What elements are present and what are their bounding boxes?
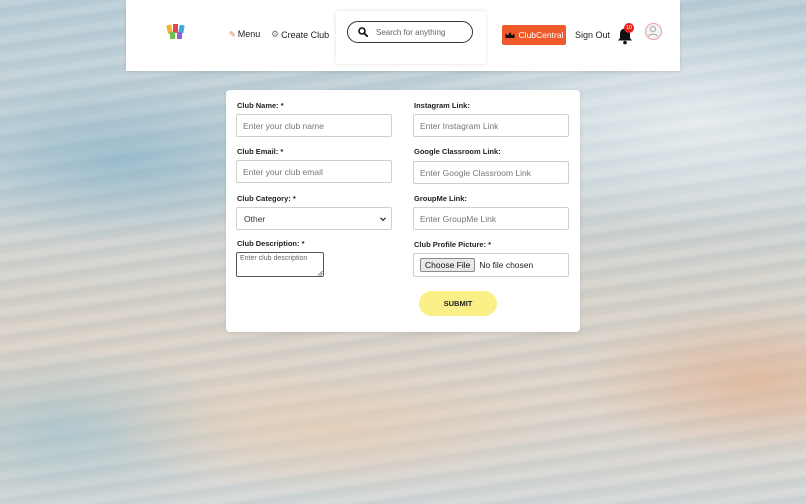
resize-grip-icon[interactable] bbox=[317, 270, 323, 276]
club-category-label: Club Category: * bbox=[237, 194, 296, 203]
create-club-label: Create Club bbox=[281, 29, 330, 40]
create-club-form: Club Name: * Club Email: * Club Category… bbox=[226, 90, 580, 332]
club-category-value: Other bbox=[244, 213, 266, 224]
club-category-select[interactable]: Other bbox=[236, 207, 392, 230]
club-description-label: Club Description: * bbox=[237, 239, 305, 248]
groupme-label: GroupMe Link: bbox=[414, 194, 467, 203]
sign-out-link[interactable]: Sign Out bbox=[575, 30, 610, 40]
instagram-label: Instagram Link: bbox=[414, 101, 470, 110]
search-box[interactable] bbox=[347, 21, 473, 43]
groupme-input[interactable] bbox=[413, 207, 569, 230]
search-input[interactable] bbox=[376, 27, 462, 37]
profile-picture-label: Club Profile Picture: * bbox=[414, 240, 492, 249]
club-name-label: Club Name: * bbox=[237, 101, 284, 110]
club-description-textarea[interactable] bbox=[236, 252, 324, 277]
google-classroom-input[interactable] bbox=[413, 161, 569, 184]
user-silhouette-icon bbox=[648, 26, 658, 37]
user-avatar-icon[interactable] bbox=[645, 23, 662, 40]
submit-button[interactable]: SUBMIT bbox=[419, 291, 497, 316]
notification-badge: 10 bbox=[624, 23, 634, 33]
choose-file-button[interactable]: Choose File bbox=[420, 258, 476, 272]
search-card bbox=[336, 11, 486, 64]
club-name-input[interactable] bbox=[236, 114, 392, 137]
file-status-text: No file chosen bbox=[479, 260, 534, 270]
app-logo-icon[interactable] bbox=[166, 22, 186, 40]
menu-link[interactable]: ✎ Menu bbox=[229, 29, 260, 39]
profile-picture-file-input[interactable]: Choose File No file chosen bbox=[413, 253, 569, 277]
club-central-label: ClubCentral bbox=[518, 30, 564, 40]
club-email-input[interactable] bbox=[236, 160, 392, 183]
club-email-label: Club Email: * bbox=[237, 147, 284, 156]
chevron-down-icon bbox=[380, 217, 386, 222]
gear-icon: ⚙ bbox=[271, 29, 280, 39]
menu-label: Menu bbox=[237, 29, 261, 39]
club-central-button[interactable]: ClubCentral bbox=[502, 25, 566, 45]
google-classroom-label: Google Classroom Link: bbox=[414, 147, 501, 156]
menu-icon: ✎ bbox=[229, 29, 236, 39]
crown-icon bbox=[505, 32, 515, 38]
top-navbar: ✎ Menu ⚙ Create Club ClubCentral Sign Ou… bbox=[126, 0, 680, 71]
create-club-link[interactable]: ⚙ Create Club bbox=[271, 29, 329, 40]
instagram-input[interactable] bbox=[413, 114, 569, 137]
search-icon[interactable] bbox=[358, 27, 368, 37]
